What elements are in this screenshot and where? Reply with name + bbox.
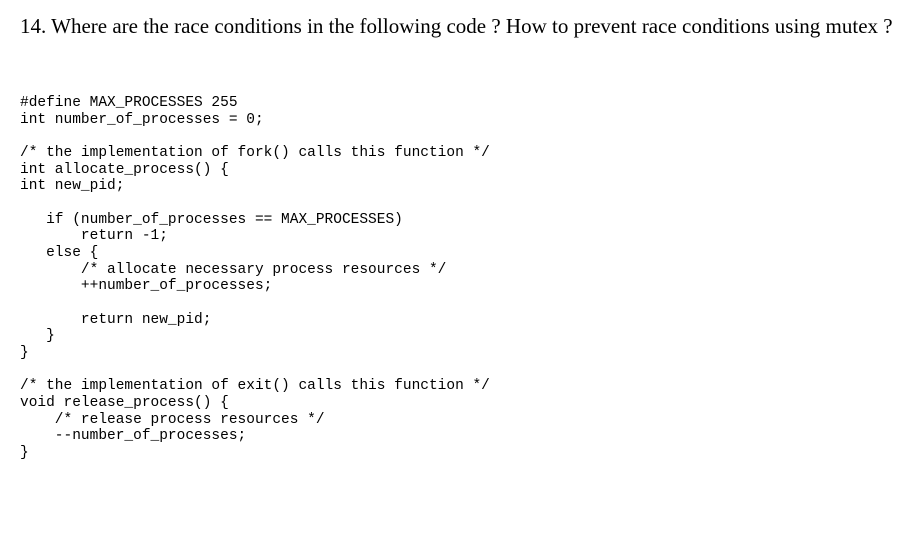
code-line: return -1; [20, 228, 168, 244]
code-line: /* release process resources */ [20, 412, 325, 428]
code-line: int number_of_processes = 0; [20, 112, 264, 128]
code-line: --number_of_processes; [20, 428, 246, 444]
code-line: ++number_of_processes; [20, 278, 272, 294]
code-line: } [20, 445, 29, 461]
code-line: /* the implementation of fork() calls th… [20, 145, 490, 161]
code-block: #define MAX_PROCESSES 255 int number_of_… [20, 78, 902, 461]
code-line: void release_process() { [20, 395, 229, 411]
question-text: 14. Where are the race conditions in the… [20, 12, 902, 40]
code-line: else { [20, 245, 98, 261]
code-line: #define MAX_PROCESSES 255 [20, 95, 238, 111]
code-line: return new_pid; [20, 312, 211, 328]
code-line: int new_pid; [20, 178, 124, 194]
code-line: /* allocate necessary process resources … [20, 262, 446, 278]
code-line: } [20, 345, 29, 361]
code-line: if (number_of_processes == MAX_PROCESSES… [20, 212, 403, 228]
code-line: int allocate_process() { [20, 162, 229, 178]
code-line: /* the implementation of exit() calls th… [20, 378, 490, 394]
code-line: } [20, 328, 55, 344]
